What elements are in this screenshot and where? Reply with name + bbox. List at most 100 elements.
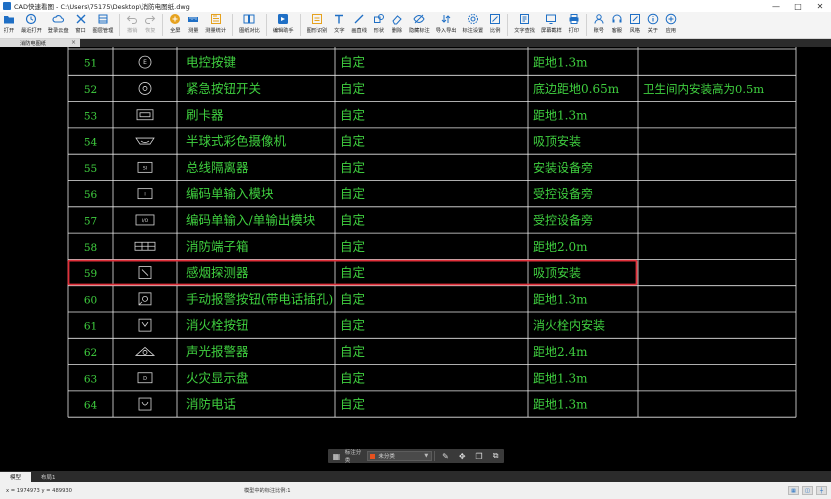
toolbar-layers-button[interactable]: 图层管理 xyxy=(90,13,117,38)
toolbar-assistant-button[interactable]: 编辑助手 xyxy=(270,13,297,38)
toolbar-recognize-button[interactable]: 图形识别 xyxy=(304,13,331,38)
shape-icon xyxy=(373,13,385,25)
row-number: 58 xyxy=(84,242,97,254)
toolbar-shape-button[interactable]: 形状 xyxy=(370,13,388,38)
toolbar-label: 编辑助手 xyxy=(272,28,294,34)
toolbar-cloud-button[interactable]: 登录云盘 xyxy=(45,13,72,38)
toolbar-print-button[interactable]: 打印 xyxy=(565,13,583,38)
user-icon xyxy=(593,13,605,25)
toolbar-label: 关于 xyxy=(647,28,658,34)
grid-icon[interactable]: ▦ xyxy=(331,450,342,462)
toolbar-label: 图纸对比 xyxy=(239,28,260,34)
toolbar-label: 形状 xyxy=(373,28,385,34)
symbol-sound-light-icon xyxy=(134,346,156,356)
toolbar-service-button[interactable]: 客服 xyxy=(608,13,626,38)
text-icon xyxy=(333,13,345,25)
toolbar-compare-button[interactable]: 图纸对比 xyxy=(236,13,263,38)
row-number: 51 xyxy=(84,58,97,70)
headset-icon xyxy=(611,13,623,25)
install-mode: 自定 xyxy=(340,186,365,201)
edit-icon[interactable]: ✎ xyxy=(440,450,451,462)
divider xyxy=(434,451,436,461)
device-name: 紧急按钮开关 xyxy=(186,81,261,96)
install-position: 消火栓内安装 xyxy=(533,318,605,333)
copy-icon[interactable]: ❐ xyxy=(474,450,485,462)
title-bar: CAD快速看图 - C:\Users\75175\Desktop\消防电图纸.d… xyxy=(0,0,831,12)
toolbar-open-button[interactable]: 打开 xyxy=(0,13,18,38)
ruler-icon xyxy=(187,13,199,25)
symbol-box-si-icon: SI xyxy=(137,161,153,173)
install-position: 吸顶安装 xyxy=(533,134,581,149)
close-tab-icon[interactable]: × xyxy=(71,39,76,46)
paste-icon[interactable]: ⧉ xyxy=(490,450,501,462)
toolbar-account-button[interactable]: 账号 xyxy=(590,13,608,38)
toolbar-style-button[interactable]: 风格 xyxy=(626,13,644,38)
toolbar-label: 最近打开 xyxy=(21,28,42,34)
toolbar-delete-button[interactable]: 删除 xyxy=(388,13,406,38)
install-mode: 自定 xyxy=(340,212,365,227)
drawing-canvas[interactable]: 51 E 电控按键 自定 距地1.3m 52 紧急按钮开关 自定 底边距地0.65m 卫生间内安装… xyxy=(0,47,831,468)
maximize-button[interactable]: □ xyxy=(787,2,809,11)
toolbar-apps-button[interactable]: 应用 xyxy=(662,13,680,38)
annotation-category-label: 标注分类 xyxy=(344,450,362,464)
symbol-button-e-icon: E xyxy=(138,55,152,69)
install-mode: 自定 xyxy=(340,160,365,175)
print-icon xyxy=(568,13,580,25)
cursor-coordinates: x = 1974973 y = 489930 xyxy=(6,487,72,494)
close-window-button[interactable]: ✕ xyxy=(809,2,831,11)
install-position: 距地1.3m xyxy=(533,398,588,412)
toolbar-import-export-button[interactable]: 导入导出 xyxy=(433,13,460,38)
toolbar-label: 隐藏标注 xyxy=(408,28,430,34)
grid-toggle-icon[interactable]: ▦ xyxy=(788,486,799,495)
symbol-hydrant-button-icon xyxy=(138,318,152,332)
toolbar-mark-settings-button[interactable]: 标注设置 xyxy=(459,13,486,38)
toolbar-divider xyxy=(585,14,587,36)
toolbar-label: 全屏 xyxy=(170,28,181,34)
svg-text:I/O: I/O xyxy=(142,218,149,224)
toolbar-measure-button[interactable]: 测量 xyxy=(184,13,202,38)
toolbar-text-button[interactable]: 文字 xyxy=(330,13,348,38)
device-name: 电控按键 xyxy=(186,55,237,70)
toolbar-label: 恢复 xyxy=(145,28,156,34)
document-tab[interactable]: 消防电图纸 × xyxy=(0,39,80,47)
annotation-floatbar: ▦ 标注分类 未分类 ▼ ✎ ✥ ❐ ⧉ xyxy=(328,449,504,464)
toolbar-label: 导入导出 xyxy=(435,28,457,34)
toolbar-divider xyxy=(232,14,234,36)
toolbar-measure-stats-button[interactable]: 测量统计 xyxy=(202,13,229,38)
window-icon xyxy=(75,13,87,25)
toolbar-line-button[interactable]: 画直线 xyxy=(348,13,370,38)
toolbar-recent-button[interactable]: 最近打开 xyxy=(18,13,45,38)
toolbar-window-button[interactable]: 窗口 xyxy=(72,13,90,38)
toolbar-redo-button[interactable]: 恢复 xyxy=(141,13,159,38)
toolbar-screen-export-button[interactable]: 屏幕截样 xyxy=(538,13,565,38)
toolbar-scale-button[interactable]: 比例 xyxy=(486,13,504,38)
layout-tab-model[interactable]: 模型 xyxy=(0,472,32,482)
minimize-button[interactable]: — xyxy=(765,2,787,11)
move-icon[interactable]: ✥ xyxy=(457,450,468,462)
redo-icon xyxy=(144,13,156,25)
toolbar-about-button[interactable]: 关于 xyxy=(644,13,662,38)
device-name: 消防电话 xyxy=(186,397,236,412)
snap-toggle-icon[interactable]: ◫ xyxy=(802,486,813,495)
install-mode: 自定 xyxy=(340,81,365,96)
device-name: 火灾显示盘 xyxy=(186,370,249,385)
device-name: 编码单输入/单输出模块 xyxy=(186,212,316,227)
layout-tab-layout1[interactable]: 布局1 xyxy=(31,472,66,482)
toolbar-find-text-button[interactable]: 文字查找 xyxy=(511,13,538,38)
info-icon xyxy=(647,13,659,25)
toolbar-fullscreen-button[interactable]: 全屏 xyxy=(166,13,184,38)
category-color-swatch xyxy=(370,453,376,459)
symbol-manual-alarm-icon xyxy=(138,292,152,306)
compare-icon xyxy=(243,13,255,25)
status-bar: x = 1974973 y = 489930 模型中的标注比例:1 ▦ ◫ ┼ xyxy=(0,482,831,499)
install-position: 距地1.3m xyxy=(533,108,588,122)
annotation-category-select[interactable]: 未分类 ▼ xyxy=(367,451,433,461)
ortho-toggle-icon[interactable]: ┼ xyxy=(816,486,827,495)
install-position: 安装设备旁 xyxy=(533,160,593,175)
install-mode: 自定 xyxy=(340,344,365,359)
chevron-down-icon: ▼ xyxy=(424,453,429,459)
toolbar-undo-button[interactable]: 撤销 xyxy=(123,13,141,38)
toolbar-divider xyxy=(265,14,267,36)
toolbar-label: 测量 xyxy=(188,28,199,34)
toolbar-hide-marks-button[interactable]: 隐藏标注 xyxy=(406,13,433,38)
